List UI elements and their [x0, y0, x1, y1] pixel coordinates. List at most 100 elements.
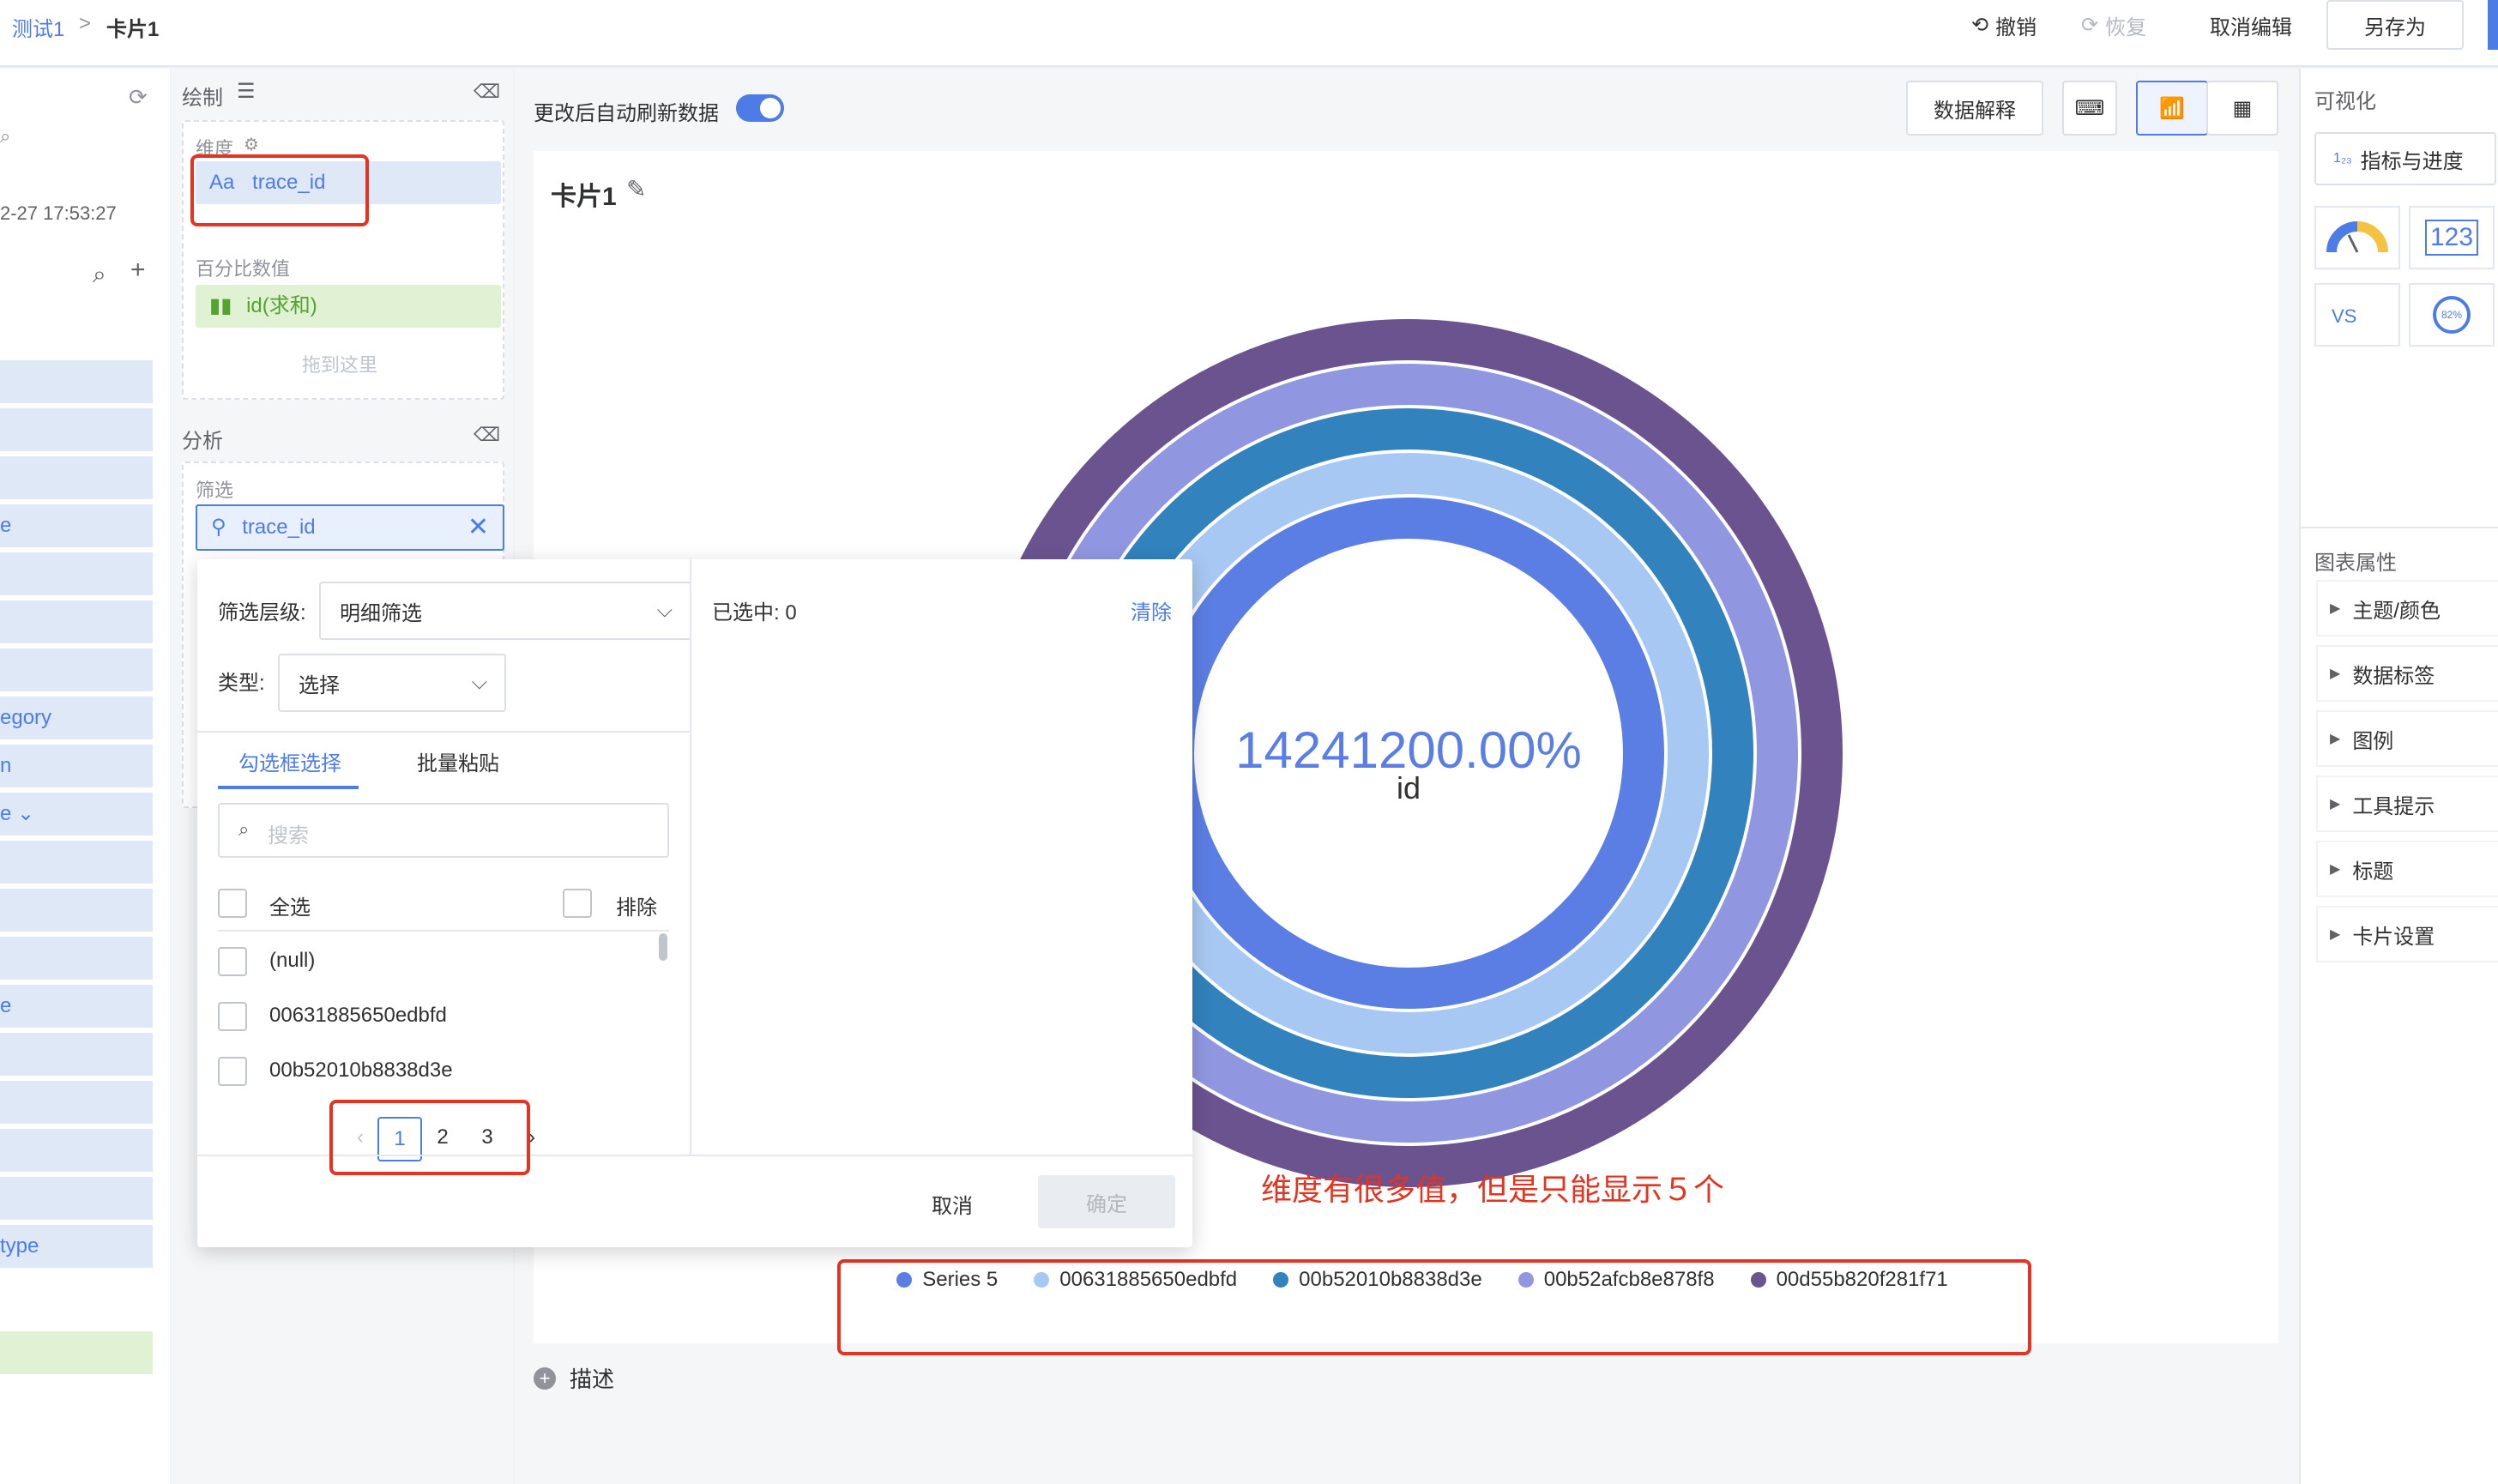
- percent-ring-option[interactable]: 82%: [2409, 283, 2495, 347]
- dataset-icon: ⌕: [0, 125, 11, 147]
- eraser-icon[interactable]: ⌫: [474, 81, 500, 103]
- select-all-checkbox[interactable]: [218, 889, 247, 918]
- bar-chart-icon: ▮▮: [209, 294, 232, 317]
- add-icon[interactable]: +: [130, 256, 146, 285]
- tab-batch-paste[interactable]: 批量粘贴: [417, 746, 499, 776]
- divider: [2301, 527, 2498, 528]
- field-row[interactable]: [0, 1129, 153, 1172]
- describe-row[interactable]: + 描述: [534, 1362, 614, 1394]
- code-view-button[interactable]: ⌨: [2062, 81, 2117, 136]
- cancel-button[interactable]: 取消: [932, 1189, 973, 1219]
- metric-progress-label: 指标与进度: [2360, 149, 2464, 173]
- prop-label: 数据标签: [2352, 664, 2435, 688]
- prop-label: 卡片设置: [2352, 925, 2435, 949]
- primary-button-edge[interactable]: [2488, 0, 2498, 50]
- settings-icon[interactable]: ☰: [237, 79, 256, 104]
- field-row[interactable]: type: [0, 1225, 153, 1268]
- exclude-checkbox[interactable]: [563, 889, 592, 918]
- data-explain-button[interactable]: 数据解释: [1906, 81, 2043, 136]
- filter-type-select[interactable]: 选择 ⌵: [278, 654, 506, 712]
- prop-data-label[interactable]: ▶ 数据标签: [2316, 645, 2498, 702]
- chevron-down-icon: ⌵: [471, 671, 487, 694]
- draw-title: 绘制: [182, 87, 223, 110]
- clear-button[interactable]: 清除: [1131, 595, 1172, 625]
- field-row[interactable]: [0, 408, 153, 451]
- option-checkbox[interactable]: [218, 1002, 247, 1031]
- prop-theme-color[interactable]: ▶ 主题/颜色: [2316, 580, 2498, 636]
- metric-progress-selector[interactable]: 1₂₃ 指标与进度: [2314, 132, 2496, 185]
- metric-number-icon: 123: [2424, 220, 2479, 256]
- scrollbar-thumb[interactable]: [659, 933, 667, 961]
- breadcrumb-root[interactable]: 测试1: [12, 12, 64, 42]
- select-all-label: 全选: [269, 896, 311, 920]
- field-row[interactable]: [0, 889, 153, 932]
- field-row[interactable]: e: [0, 504, 153, 547]
- field-row[interactable]: [0, 600, 153, 643]
- option-checkbox[interactable]: [218, 947, 247, 976]
- gear-icon[interactable]: ⚙: [244, 134, 259, 155]
- filter-chip[interactable]: ⚲ trace_id ✕: [196, 504, 504, 551]
- metric-number-option[interactable]: 123: [2409, 206, 2495, 269]
- refresh-icon[interactable]: ⟳: [129, 84, 148, 111]
- prop-tooltip[interactable]: ▶ 工具提示: [2316, 775, 2498, 832]
- field-row[interactable]: [0, 1081, 153, 1124]
- chart-view-button[interactable]: 📶: [2136, 81, 2208, 136]
- prop-legend[interactable]: ▶ 图例: [2316, 710, 2498, 767]
- measure-field-row[interactable]: [0, 1331, 153, 1374]
- breadcrumb-separator: >: [79, 12, 92, 35]
- search-icon: ⌕: [238, 818, 250, 840]
- search-icon[interactable]: ⌕: [93, 261, 106, 289]
- search-input[interactable]: ⌕ 搜索: [218, 803, 669, 858]
- exclude-label: 排除: [616, 896, 657, 920]
- comparison-option[interactable]: VS: [2314, 283, 2400, 347]
- table-icon: ▦: [2232, 96, 2253, 120]
- number-icon: 1₂₃: [2333, 151, 2352, 166]
- field-row[interactable]: e: [0, 985, 153, 1028]
- field-row[interactable]: [0, 1177, 153, 1220]
- field-row[interactable]: [0, 648, 153, 691]
- undo-icon: ⟲: [1971, 14, 1989, 37]
- prop-card-settings[interactable]: ▶ 卡片设置: [2316, 906, 2498, 962]
- gauge-chart-option[interactable]: [2314, 206, 2400, 269]
- percent-ring-icon: 82%: [2433, 296, 2471, 334]
- filter-level-select[interactable]: 明细筛选 ⌵: [319, 582, 691, 640]
- field-row[interactable]: [0, 841, 153, 884]
- field-row[interactable]: [0, 360, 153, 403]
- close-icon[interactable]: ✕: [468, 506, 489, 549]
- auto-refresh-toggle[interactable]: [736, 94, 784, 122]
- redo-button[interactable]: ⟳ 恢复: [2081, 10, 2146, 40]
- field-row[interactable]: [0, 552, 153, 595]
- filter-level-label: 筛选层级:: [218, 601, 306, 624]
- tab-checkbox-select[interactable]: 勾选框选择: [238, 746, 341, 776]
- center-label: id: [1396, 770, 1421, 805]
- chevron-down-icon: ⌵: [656, 599, 673, 622]
- field-row[interactable]: [0, 937, 153, 980]
- field-row[interactable]: [0, 456, 153, 499]
- option-checkbox[interactable]: [218, 1057, 247, 1086]
- option-label: 00b52010b8838d3e: [269, 1059, 453, 1082]
- selected-count: 已选中: 0: [712, 601, 797, 624]
- measure-chip[interactable]: ▮▮ id(求和): [196, 285, 501, 328]
- table-view-button[interactable]: ▦: [2206, 81, 2278, 136]
- caret-right-icon: ▶: [2330, 862, 2341, 877]
- eraser-icon[interactable]: ⌫: [474, 424, 500, 446]
- undo-button[interactable]: ⟲ 撤销: [1971, 10, 2036, 40]
- analysis-title: 分析: [182, 430, 223, 453]
- field-row[interactable]: e ⌄: [0, 793, 153, 836]
- field-label: n: [0, 754, 12, 777]
- describe-label: 描述: [570, 1366, 615, 1392]
- dataset-timestamp: 2-27 17:53:27: [0, 202, 117, 224]
- field-row[interactable]: egory: [0, 697, 153, 739]
- top-bar: 测试1 > 卡片1 ⟲ 撤销 ⟳ 恢复 取消编辑 另存为: [0, 0, 2498, 67]
- field-row[interactable]: [0, 1033, 153, 1076]
- measure-chip-label: id(求和): [246, 294, 317, 317]
- confirm-button[interactable]: 确定: [1038, 1175, 1175, 1228]
- save-as-button[interactable]: 另存为: [2326, 0, 2464, 50]
- field-row[interactable]: n: [0, 745, 153, 787]
- prop-label: 标题: [2352, 860, 2394, 884]
- caret-right-icon: ▶: [2330, 732, 2341, 746]
- auto-refresh-label: 更改后自动刷新数据: [534, 102, 719, 125]
- cancel-edit-button[interactable]: 取消编辑: [2210, 10, 2292, 40]
- percent-dropzone[interactable]: 百分比数值 ▮▮ id(求和) 拖到这里: [182, 240, 504, 400]
- prop-title[interactable]: ▶ 标题: [2316, 841, 2498, 897]
